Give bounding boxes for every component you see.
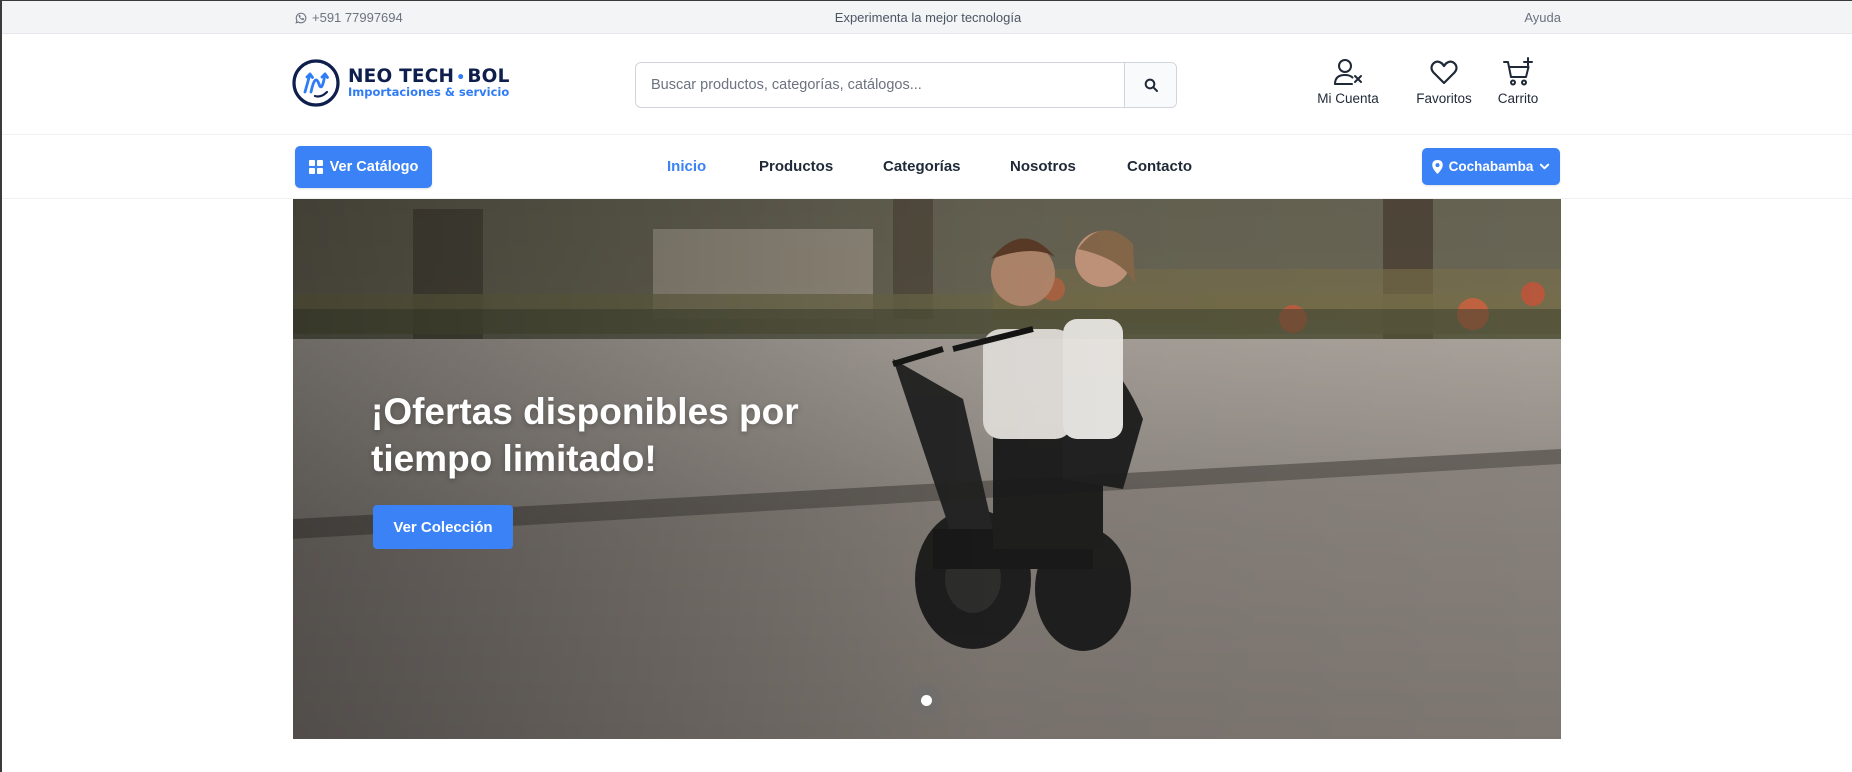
- city-label: Cochabamba: [1448, 159, 1534, 174]
- brand-logo[interactable]: NEO TECH • BOL Importaciones & servicio: [291, 58, 510, 108]
- nav-link-nosotros[interactable]: Nosotros: [1010, 158, 1076, 175]
- search-input[interactable]: [636, 63, 1124, 107]
- brand-name: NEO TECH • BOL: [348, 65, 510, 87]
- search-icon: [1144, 78, 1158, 92]
- cart-plus-icon: [1503, 57, 1533, 86]
- hero-title: ¡Ofertas disponibles por tiempo limitado…: [371, 391, 799, 479]
- carousel-indicator[interactable]: [910, 684, 942, 716]
- heart-icon: [1430, 60, 1458, 85]
- search-bar: [635, 62, 1177, 108]
- search-button[interactable]: [1124, 63, 1176, 107]
- map-pin-icon: [1431, 159, 1443, 174]
- nav-link-productos[interactable]: Productos: [759, 158, 833, 175]
- carousel-indicator-active: [920, 694, 932, 706]
- header-actions: Mi Cuenta Favoritos Carrito: [1307, 56, 1548, 106]
- brand-logo-mark-icon: [292, 59, 340, 107]
- help-link[interactable]: Ayuda: [1524, 10, 1561, 25]
- account-button[interactable]: Mi Cuenta: [1307, 56, 1389, 106]
- nav-links: Inicio Productos Categorías Nosotros Con…: [2, 136, 1852, 199]
- brand-name-left: NEO TECH: [348, 65, 455, 87]
- nav-link-categorias[interactable]: Categorías: [883, 158, 961, 175]
- main-nav: Ver Catálogo Inicio Productos Categorías…: [2, 136, 1852, 199]
- top-bar: +591 77997694 Experimenta la mejor tecno…: [2, 1, 1852, 34]
- favorites-label: Favoritos: [1416, 91, 1472, 106]
- city-selector[interactable]: Cochabamba: [1422, 148, 1560, 185]
- favorites-button[interactable]: Favoritos: [1403, 56, 1485, 106]
- phone-number: +591 77997694: [312, 10, 403, 25]
- whatsapp-icon: [295, 12, 307, 24]
- brand-name-right: BOL: [467, 65, 510, 87]
- user-x-icon: [1334, 59, 1362, 85]
- brand-tagline: Importaciones & servicio: [348, 85, 510, 99]
- cart-label: Carrito: [1497, 91, 1539, 106]
- nav-link-contacto[interactable]: Contacto: [1127, 158, 1192, 175]
- hero-banner: ¡Ofertas disponibles por tiempo limitado…: [293, 199, 1561, 739]
- brand-wordmark: NEO TECH • BOL Importaciones & servicio: [348, 65, 510, 99]
- cart-button[interactable]: Carrito: [1488, 56, 1548, 106]
- account-label: Mi Cuenta: [1317, 91, 1379, 106]
- contact-phone[interactable]: +591 77997694: [295, 10, 403, 25]
- site-header: NEO TECH•BOL Importaciones & servicio Mi…: [2, 34, 1852, 135]
- promo-text: Experimenta la mejor tecnología: [834, 10, 1022, 25]
- nav-link-inicio[interactable]: Inicio: [667, 158, 706, 175]
- chevron-down-icon: [1540, 163, 1550, 170]
- brand-name-dot: •: [456, 69, 466, 86]
- hero-cta-button[interactable]: Ver Colección: [373, 505, 513, 549]
